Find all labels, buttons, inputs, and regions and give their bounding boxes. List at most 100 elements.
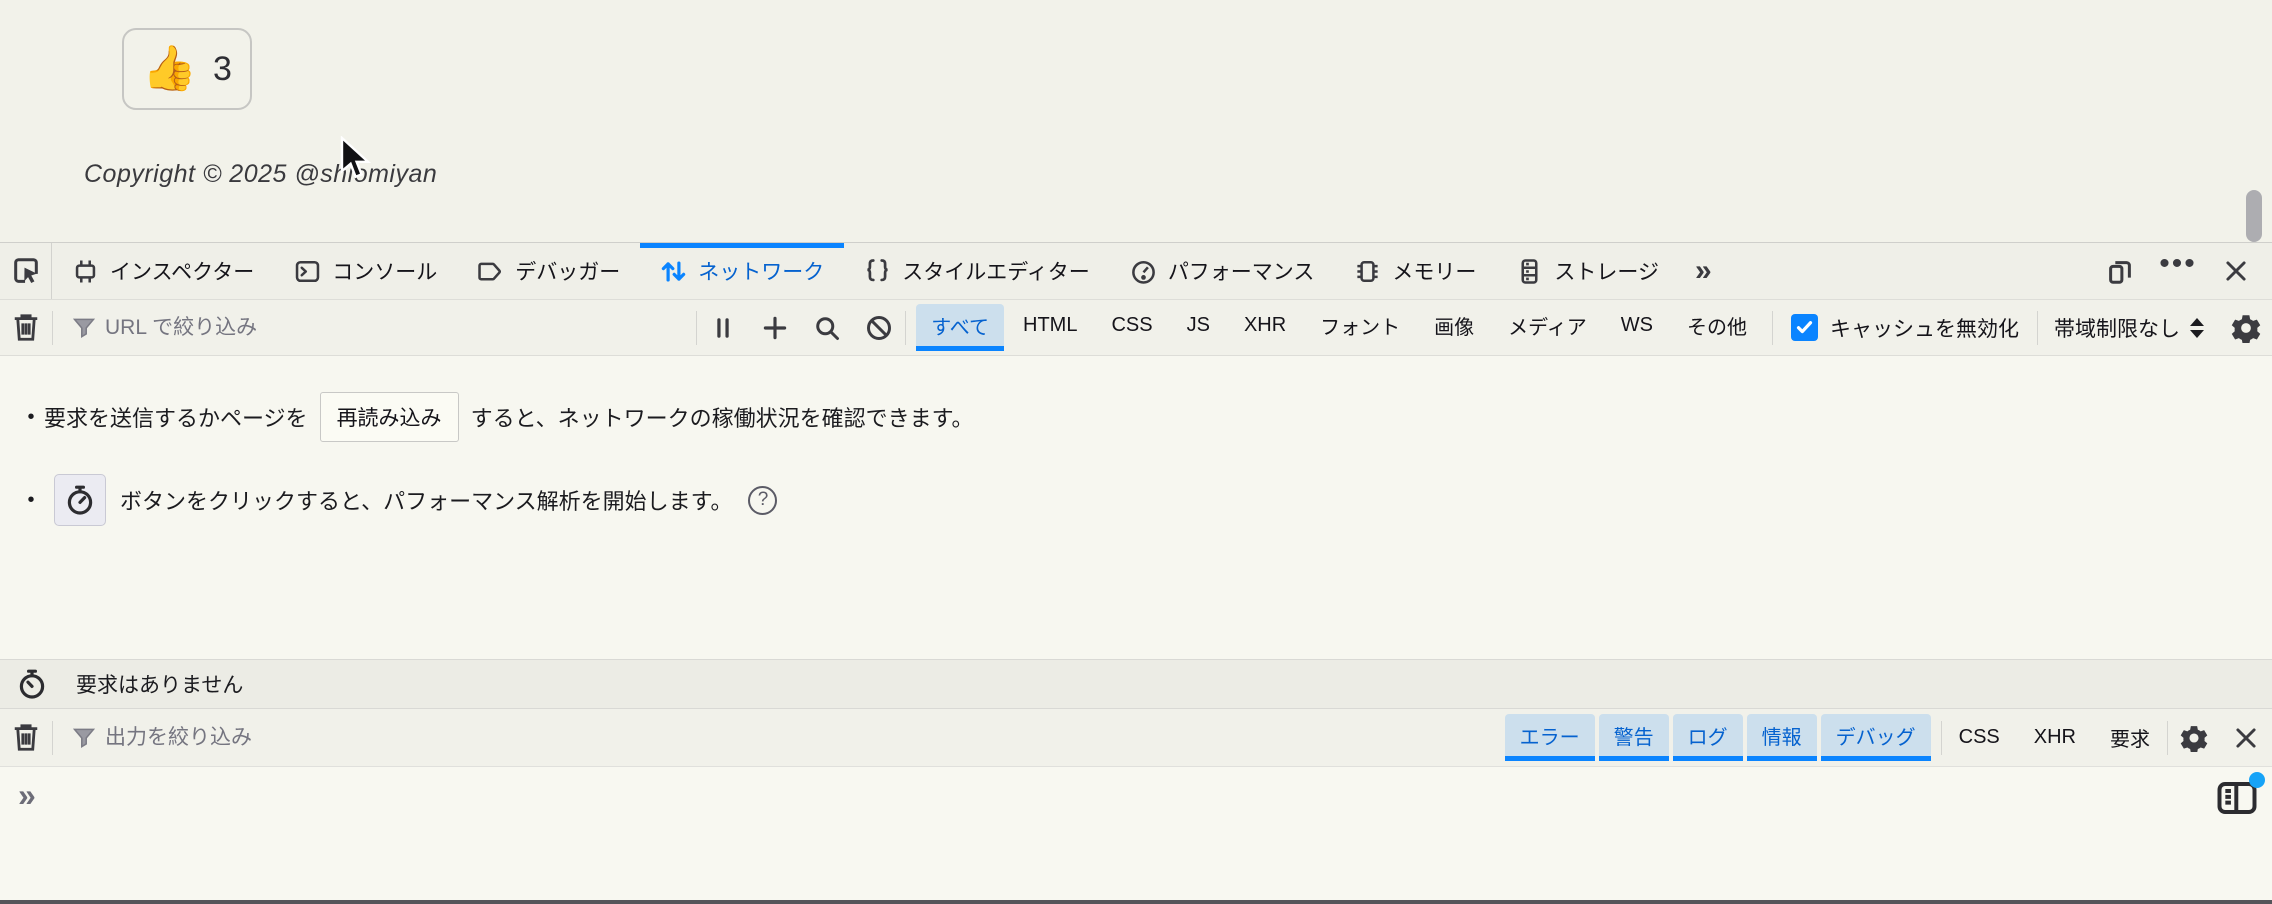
network-icon [660,258,687,285]
tab-label: デバッガー [515,261,621,284]
category-filter-requests[interactable]: 要求 [2093,723,2167,752]
start-performance-button[interactable] [54,474,106,526]
trash-icon [11,313,41,343]
node-picker-button[interactable] [0,243,52,299]
request-type-filters: すべて HTML CSS JS XHR フォント 画像 メディア WS その他 [906,304,1772,351]
trash-icon [11,723,41,753]
console-icon [294,258,321,285]
stopwatch-icon [16,668,48,700]
console-filter-box [53,725,1495,750]
search-button[interactable] [801,304,853,352]
network-status-bar: 要求はありません [0,659,2272,709]
level-filter-warnings[interactable]: 警告 [1598,714,1669,761]
console-close-button[interactable] [2220,714,2272,762]
style-editor-icon [864,258,891,285]
type-filter-js[interactable]: JS [1172,304,1225,351]
level-filter-logs[interactable]: ログ [1672,714,1743,761]
gear-icon [2231,313,2261,343]
page-scrollbar-thumb[interactable] [2246,190,2262,242]
inspector-icon [72,258,99,285]
hint2-text: ボタンをクリックすると、パフォーマンス解析を開始します。 [120,489,733,514]
type-filter-media[interactable]: メディア [1493,304,1602,351]
level-filter-errors[interactable]: エラー [1504,714,1595,761]
copyright-text: Copyright © 2025 @shiomiyan [84,160,438,188]
tab-label: スタイルエディター [902,261,1090,284]
network-settings-button[interactable] [2220,304,2272,352]
like-button[interactable]: 👍 3 [122,28,252,110]
disable-cache-control[interactable]: キャッシュを無効化 [1773,313,2037,343]
console-prompt-chevrons: » [18,777,36,813]
responsive-design-button[interactable] [2098,249,2142,293]
category-filter-xhr[interactable]: XHR [2017,726,2093,749]
like-count: 3 [212,49,232,88]
memory-icon [1354,258,1381,285]
gear-icon [2180,724,2208,752]
network-toolbar: すべて HTML CSS JS XHR フォント 画像 メディア WS その他 … [0,300,2272,356]
disable-cache-label: キャッシュを無効化 [1830,317,2019,341]
type-filter-other[interactable]: その他 [1672,304,1762,351]
help-icon[interactable]: ? [748,485,778,515]
console-filter-controls: エラー 警告 ログ 情報 デバッグ CSS XHR 要求 [1495,714,2272,762]
performance-hint-row: • ボタンをクリックすると、パフォーマンス解析を開始します。 ? [18,474,2272,526]
console-filterbar: エラー 警告 ログ 情報 デバッグ CSS XHR 要求 [0,709,2272,767]
console-settings-button[interactable] [2168,714,2220,762]
devtools-close-button[interactable] [2214,249,2258,293]
tab-label: ネットワーク [698,261,825,284]
tab-debugger[interactable]: デバッガー [457,243,640,299]
type-filter-css[interactable]: CSS [1096,304,1167,351]
console-body[interactable]: » [0,767,2272,900]
tab-label: メモリー [1392,261,1477,284]
tab-storage[interactable]: ストレージ [1496,243,1679,299]
log-level-filters: エラー 警告 ログ 情報 デバッグ [1495,714,1941,761]
tab-label: コンソール [332,261,438,284]
tab-style-editor[interactable]: スタイルエディター [844,243,1110,299]
webpage-viewport: 👍 3 Copyright © 2025 @shiomiyan [0,0,2272,242]
node-picker-icon [11,256,41,286]
category-filter-css[interactable]: CSS [1942,726,2017,749]
clear-console-button[interactable] [0,714,52,762]
level-filter-info[interactable]: 情報 [1746,714,1817,761]
tabbar-right-controls: ••• [2098,243,2272,299]
type-filter-xhr[interactable]: XHR [1229,304,1301,351]
type-filter-ws[interactable]: WS [1606,304,1668,351]
notification-badge [2249,772,2265,788]
throttling-value: 帯域制限なし [2054,317,2180,341]
tab-console[interactable]: コンソール [274,243,457,299]
new-request-button[interactable] [749,304,801,352]
block-requests-button[interactable] [853,304,905,352]
pause-icon [710,315,736,341]
clear-requests-button[interactable] [0,304,52,352]
thumbs-up-icon: 👍 [142,44,197,93]
reload-button[interactable]: 再読み込み [319,392,459,442]
level-filter-debug[interactable]: デバッグ [1820,714,1931,761]
type-filter-images[interactable]: 画像 [1419,304,1489,351]
tab-performance[interactable]: パフォーマンス [1110,243,1335,299]
tab-label: インスペクター [110,261,255,284]
tab-memory[interactable]: メモリー [1334,243,1496,299]
mouse-cursor [338,136,372,184]
tab-overflow-button[interactable]: » [1679,243,1728,299]
devtools-menu-button[interactable]: ••• [2156,249,2200,293]
bullet: • [27,405,35,428]
console-filter-input[interactable] [105,725,1487,750]
select-arrows-icon [2190,317,2204,338]
no-requests-message: 要求はありません [76,674,244,697]
network-url-filter-input[interactable] [105,315,689,340]
tab-inspector[interactable]: インスペクター [52,243,274,299]
type-filter-all[interactable]: すべて [916,304,1005,351]
hint1-pre-text: 要求を送信するかページを [44,406,308,431]
devtools-panel: インスペクター コンソール デバッガー ネットワーク スタイルエディター パフォ… [0,242,2272,904]
tab-network[interactable]: ネットワーク [640,243,845,299]
devtools-tabbar: インスペクター コンソール デバッガー ネットワーク スタイルエディター パフォ… [0,242,2272,300]
pause-traffic-button[interactable] [697,304,749,352]
disable-cache-checkbox[interactable] [1791,314,1818,341]
bullet: • [27,488,35,511]
filter-funnel-icon [73,727,95,749]
search-icon [813,314,841,342]
throttling-select[interactable]: 帯域制限なし [2038,313,2220,343]
editor-sidebar-toggle-button[interactable] [2216,772,2265,817]
type-filter-html[interactable]: HTML [1008,304,1092,351]
performance-icon [1130,258,1157,285]
tab-label: ストレージ [1554,261,1659,284]
type-filter-fonts[interactable]: フォント [1305,304,1415,351]
